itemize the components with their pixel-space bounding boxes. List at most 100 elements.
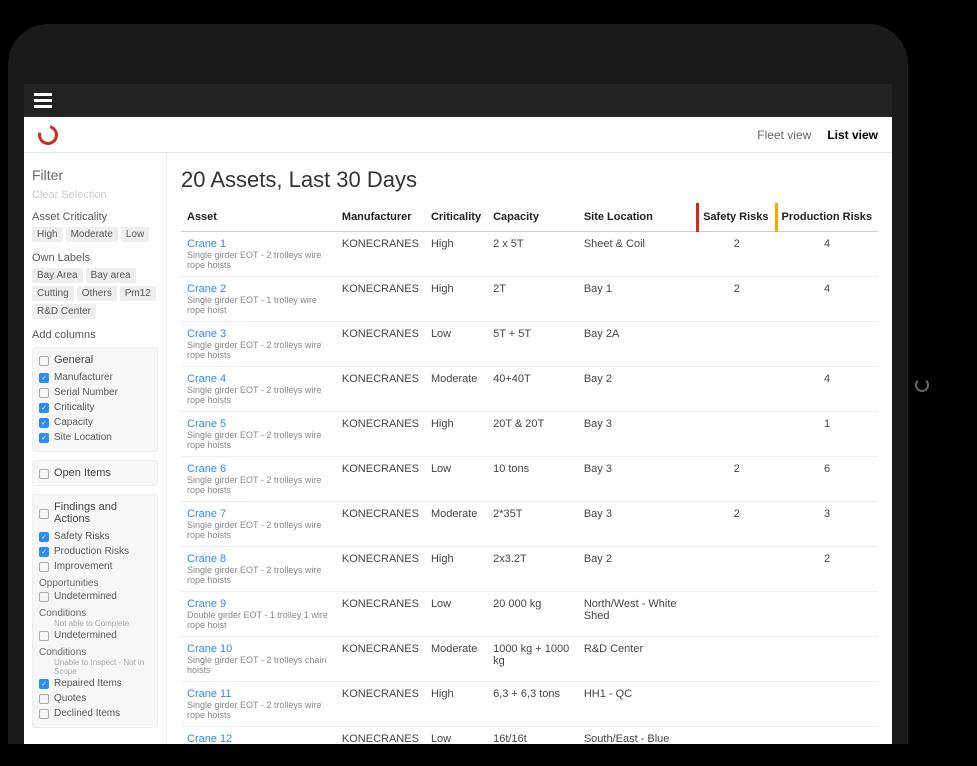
asset-table-wrap[interactable]: Asset Manufacturer Criticality Capacity … bbox=[167, 203, 892, 744]
cell-production-risks: 3 bbox=[776, 502, 878, 547]
cell-location: Bay 2 bbox=[578, 367, 698, 412]
checkbox-icon[interactable] bbox=[39, 356, 49, 366]
checkbox-row[interactable]: Manufacturer bbox=[39, 370, 151, 385]
cell-criticality: Moderate bbox=[425, 502, 487, 547]
table-row[interactable]: Crane 3Single girder EOT - 2 trolleys wi… bbox=[181, 322, 878, 367]
opportunities-label: Opportunities bbox=[39, 578, 151, 589]
filter-tag[interactable]: Bay Area bbox=[32, 268, 83, 283]
col-criticality[interactable]: Criticality bbox=[425, 203, 487, 232]
cell-production-risks: 2 bbox=[776, 547, 878, 592]
filter-tag[interactable]: Bay area bbox=[86, 268, 136, 283]
checkbox-icon[interactable] bbox=[39, 388, 49, 398]
asset-name-link[interactable]: Crane 7 bbox=[187, 508, 330, 520]
asset-name-link[interactable]: Crane 2 bbox=[187, 283, 330, 295]
table-row[interactable]: Crane 4Single girder EOT - 2 trolleys wi… bbox=[181, 367, 878, 412]
checkbox-icon[interactable] bbox=[39, 532, 49, 542]
checkbox-icon[interactable] bbox=[39, 562, 49, 572]
cell-criticality: High bbox=[425, 232, 487, 277]
checkbox-icon[interactable] bbox=[39, 418, 49, 428]
menu-icon[interactable] bbox=[34, 93, 52, 108]
checkbox-row[interactable]: Quotes bbox=[39, 691, 151, 706]
checkbox-row[interactable]: Repaired Items bbox=[39, 676, 151, 691]
asset-desc: Single girder EOT - 2 trolleys wire rope… bbox=[187, 340, 330, 360]
list-view-link[interactable]: List view bbox=[827, 128, 878, 142]
open-items-section[interactable]: Open Items bbox=[32, 460, 158, 486]
checkbox-row[interactable]: Improvement bbox=[39, 559, 151, 574]
checkbox-row[interactable]: Criticality bbox=[39, 400, 151, 415]
cell-capacity: 20 000 kg bbox=[487, 592, 578, 637]
filter-tag[interactable]: Pm12 bbox=[120, 286, 156, 301]
asset-desc: Single girder EOT - 2 trolleys wire rope… bbox=[187, 475, 330, 495]
checkbox-icon[interactable] bbox=[39, 547, 49, 557]
col-manufacturer[interactable]: Manufacturer bbox=[336, 203, 425, 232]
checkbox-icon[interactable] bbox=[39, 631, 49, 641]
cell-safety-risks bbox=[698, 547, 776, 592]
asset-name-link[interactable]: Crane 9 bbox=[187, 598, 330, 610]
cell-capacity: 2T bbox=[487, 277, 578, 322]
filter-tag[interactable]: Others bbox=[77, 286, 117, 301]
col-asset[interactable]: Asset bbox=[181, 203, 336, 232]
own-labels-label: Own Labels bbox=[32, 252, 158, 264]
checkbox-icon[interactable] bbox=[39, 694, 49, 704]
checkbox-row[interactable]: Safety Risks bbox=[39, 529, 151, 544]
checkbox-icon[interactable] bbox=[39, 679, 49, 689]
undetermined-label: Undetermined bbox=[54, 591, 117, 602]
cell-safety-risks: 2 bbox=[698, 457, 776, 502]
checkbox-label: Manufacturer bbox=[54, 372, 113, 383]
asset-name-link[interactable]: Crane 12 bbox=[187, 733, 330, 744]
conditions-sub: Unable to Inspect - Not in Scope bbox=[39, 658, 151, 676]
table-row[interactable]: Crane 9Double girder EOT - 1 trolley 1 w… bbox=[181, 592, 878, 637]
fleet-view-link[interactable]: Fleet view bbox=[757, 128, 811, 142]
asset-name-link[interactable]: Crane 11 bbox=[187, 688, 330, 700]
table-row[interactable]: Crane 8Single girder EOT - 2 trolleys wi… bbox=[181, 547, 878, 592]
filter-tag[interactable]: Cutting bbox=[32, 286, 74, 301]
tablet-side-indicator bbox=[915, 378, 929, 392]
checkbox-icon[interactable] bbox=[39, 469, 49, 479]
checkbox-icon[interactable] bbox=[39, 433, 49, 443]
cell-production-risks: 6 bbox=[776, 457, 878, 502]
asset-desc: Single girder EOT - 2 trolleys wire rope… bbox=[187, 565, 330, 585]
checkbox-icon[interactable] bbox=[39, 709, 49, 719]
table-row[interactable]: Crane 7Single girder EOT - 2 trolleys wi… bbox=[181, 502, 878, 547]
checkbox-row[interactable]: Site Location bbox=[39, 430, 151, 445]
filter-tag[interactable]: Low bbox=[121, 227, 149, 242]
cell-safety-risks bbox=[698, 592, 776, 637]
checkbox-row[interactable]: Serial Number bbox=[39, 385, 151, 400]
add-columns-label: Add columns bbox=[32, 329, 158, 341]
cell-criticality: Low bbox=[425, 727, 487, 745]
cell-location: R&D Center bbox=[578, 637, 698, 682]
filter-tag[interactable]: High bbox=[32, 227, 63, 242]
asset-name-link[interactable]: Crane 3 bbox=[187, 328, 330, 340]
table-row[interactable]: Crane 6Single girder EOT - 2 trolleys wi… bbox=[181, 457, 878, 502]
col-safety-risks[interactable]: Safety Risks bbox=[698, 203, 776, 232]
table-row[interactable]: Crane 1Single girder EOT - 2 trolleys wi… bbox=[181, 232, 878, 277]
checkbox-icon[interactable] bbox=[39, 403, 49, 413]
filter-tag[interactable]: Moderate bbox=[66, 227, 118, 242]
col-capacity[interactable]: Capacity bbox=[487, 203, 578, 232]
col-production-risks[interactable]: Production Risks bbox=[776, 203, 878, 232]
checkbox-row[interactable]: Production Risks bbox=[39, 544, 151, 559]
asset-name-link[interactable]: Crane 5 bbox=[187, 418, 330, 430]
asset-name-link[interactable]: Crane 8 bbox=[187, 553, 330, 565]
checkbox-icon[interactable] bbox=[39, 373, 49, 383]
cell-production-risks: 4 bbox=[776, 232, 878, 277]
clear-selection-link[interactable]: Clear Selection bbox=[32, 189, 158, 201]
col-site-location[interactable]: Site Location bbox=[578, 203, 698, 232]
asset-name-link[interactable]: Crane 6 bbox=[187, 463, 330, 475]
cell-safety-risks: 2 bbox=[698, 277, 776, 322]
asset-name-link[interactable]: Crane 10 bbox=[187, 643, 330, 655]
cell-criticality: Moderate bbox=[425, 637, 487, 682]
checkbox-icon[interactable] bbox=[39, 509, 49, 519]
table-row[interactable]: Crane 11Single girder EOT - 2 trolleys w… bbox=[181, 682, 878, 727]
table-row[interactable]: Crane 10Single girder EOT - 2 trolleys c… bbox=[181, 637, 878, 682]
checkbox-row[interactable]: Capacity bbox=[39, 415, 151, 430]
filter-tag[interactable]: R&D Center bbox=[32, 304, 96, 319]
checkbox-icon[interactable] bbox=[39, 592, 49, 602]
table-row[interactable]: Crane 2Single girder EOT - 1 trolley wir… bbox=[181, 277, 878, 322]
asset-name-link[interactable]: Crane 1 bbox=[187, 238, 330, 250]
checkbox-row[interactable]: Declined Items bbox=[39, 706, 151, 721]
asset-name-link[interactable]: Crane 4 bbox=[187, 373, 330, 385]
table-row[interactable]: Crane 5Single girder EOT - 2 trolleys wi… bbox=[181, 412, 878, 457]
table-row[interactable]: Crane 12Single girder EOT - 2 trolleys w… bbox=[181, 727, 878, 745]
cell-capacity: 1000 kg + 1000 kg bbox=[487, 637, 578, 682]
